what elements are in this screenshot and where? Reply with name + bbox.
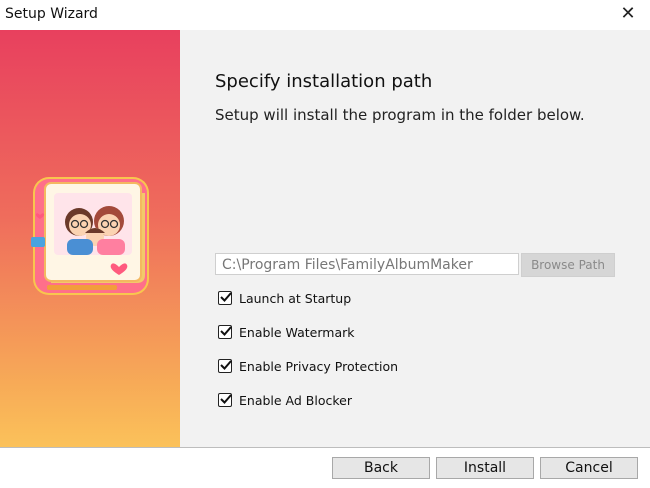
enable-watermark-label: Enable Watermark bbox=[239, 325, 355, 340]
cancel-button[interactable]: Cancel bbox=[540, 457, 638, 479]
enable-ad-blocker-checkbox[interactable] bbox=[218, 393, 232, 407]
page-subtitle: Setup will install the program in the fo… bbox=[215, 106, 585, 124]
browse-path-button[interactable]: Browse Path bbox=[521, 253, 615, 277]
checkmark-icon bbox=[220, 394, 232, 404]
enable-privacy-protection-label: Enable Privacy Protection bbox=[239, 359, 399, 374]
enable-ad-blocker-label: Enable Ad Blocker bbox=[239, 393, 352, 408]
checkmark-icon bbox=[220, 292, 232, 302]
launch-at-startup-checkbox[interactable] bbox=[218, 291, 232, 305]
enable-privacy-protection-checkbox[interactable] bbox=[218, 359, 232, 373]
install-path-field[interactable]: C:\Program Files\FamilyAlbumMaker bbox=[215, 253, 519, 275]
window-title: Setup Wizard bbox=[5, 6, 98, 22]
sidebar-banner bbox=[0, 30, 180, 448]
close-icon[interactable]: ✕ bbox=[613, 2, 643, 28]
title-bar: Setup Wizard ✕ bbox=[0, 0, 650, 30]
checkmark-icon bbox=[220, 326, 232, 336]
page-title: Specify installation path bbox=[215, 71, 433, 92]
enable-watermark-checkbox[interactable] bbox=[218, 325, 232, 339]
family-album-icon bbox=[31, 177, 149, 295]
launch-at-startup-label: Launch at Startup bbox=[239, 291, 352, 306]
checkmark-icon bbox=[220, 360, 232, 370]
content-panel: Specify installation path Setup will ins… bbox=[180, 30, 650, 448]
back-button[interactable]: Back bbox=[332, 457, 430, 479]
install-button[interactable]: Install bbox=[436, 457, 534, 479]
